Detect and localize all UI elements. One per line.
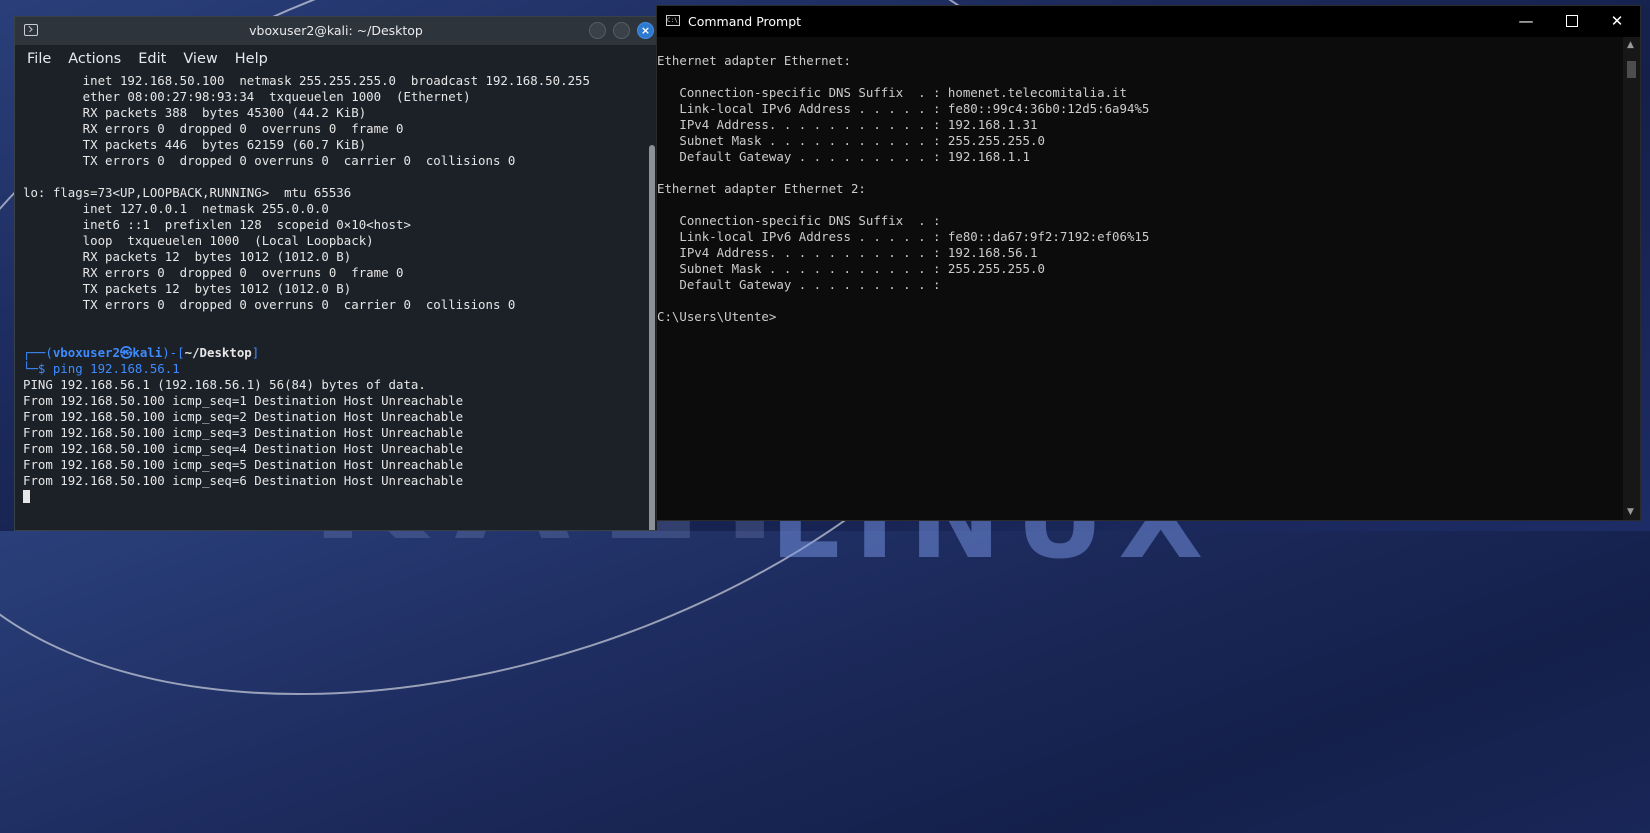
ping-line: From 192.168.50.100 icmp_seq=4 Destinati… [23,441,464,456]
cursor-line[interactable] [23,489,643,505]
ping-line: PING 192.168.56.1 (192.168.56.1) 56(84) … [23,377,426,392]
cmd-line: Ethernet adapter Ethernet 2: [657,181,866,196]
ifconfig-output: inet 192.168.50.100 netmask 255.255.255.… [23,73,643,345]
maximize-button[interactable] [613,22,630,39]
cmd-scroll-thumb[interactable] [1627,61,1636,78]
menu-actions[interactable]: Actions [68,51,121,67]
cmd-line: Default Gateway . . . . . . . . . : 192.… [679,149,1030,164]
terminal-line: TX errors 0 dropped 0 overruns 0 carrier… [82,153,516,168]
cmd-window[interactable]: C:\ Command Prompt — ✕ Ethernet adapter … [656,5,1641,521]
cmd-line: Connection-specific DNS Suffix . : [679,213,941,228]
cmd-line: Connection-specific DNS Suffix . : homen… [679,85,1127,100]
shell-prompt-line-2: └─$ ping 192.168.56.1 [23,361,643,377]
cmd-titlebar[interactable]: C:\ Command Prompt — ✕ [657,6,1640,37]
cmd-line: IPv4 Address. . . . . . . . . . . : 192.… [679,117,1038,132]
prompt-close: ] [251,345,260,360]
terminal-line: inet 127.0.0.1 netmask 255.0.0.0 [82,201,329,216]
cmd-line: Subnet Mask . . . . . . . . . . . : 255.… [679,133,1045,148]
terminal-line: RX errors 0 dropped 0 overruns 0 frame 0 [82,121,404,136]
cmd-line: Ethernet adapter Ethernet: [657,53,851,68]
close-button[interactable]: × [637,22,654,39]
cmd-output[interactable]: Ethernet adapter Ethernet: Connection-sp… [657,53,1620,520]
cmd-line: C:\Users\Utente> [657,309,777,324]
menu-file[interactable]: File [27,51,51,67]
minimize-button[interactable] [589,22,606,39]
cmd-close-button[interactable]: ✕ [1600,10,1634,32]
cmd-scrollbar[interactable]: ▲ ▼ [1623,37,1640,520]
ping-line: From 192.168.50.100 icmp_seq=1 Destinati… [23,393,464,408]
command-text: ping 192.168.56.1 [52,361,180,376]
kali-titlebar[interactable]: vboxuser2@kali: ~/Desktop × [15,17,657,45]
scroll-up-icon[interactable]: ▲ [1627,40,1634,50]
terminal-line: TX errors 0 dropped 0 overruns 0 carrier… [82,297,516,312]
terminal-line: TX packets 446 bytes 62159 (60.7 KiB) [82,137,367,152]
cmd-line: Link-local IPv6 Address . . . . . : fe80… [679,101,1150,116]
ping-line: From 192.168.50.100 icmp_seq=5 Destinati… [23,457,464,472]
terminal-line: TX packets 12 bytes 1012 (1012.0 B) [82,281,352,296]
prompt-open: ┌──( [23,345,53,360]
terminal-line: RX errors 0 dropped 0 overruns 0 frame 0 [82,265,404,280]
ping-output: PING 192.168.56.1 (192.168.56.1) 56(84) … [23,377,643,489]
terminal-line: ether 08:00:27:98:93:34 txqueuelen 1000 … [82,89,471,104]
cmd-line: IPv4 Address. . . . . . . . . . . : 192.… [679,245,1038,260]
cmd-line: Subnet Mask . . . . . . . . . . . : 255.… [679,261,1045,276]
cmd-app-icon: C:\ [666,15,680,26]
kali-terminal-output[interactable]: inet 192.168.50.100 netmask 255.255.255.… [23,73,643,530]
ipconfig-output: Ethernet adapter Ethernet: Connection-sp… [657,53,1620,325]
terminal-line: lo: flags=73<UP,LOOPBACK,RUNNING> mtu 65… [23,185,352,200]
terminal-line: RX packets 388 bytes 45300 (44.2 KiB) [82,105,367,120]
kali-menubar: File Actions Edit View Help [15,45,657,73]
menu-edit[interactable]: Edit [138,51,166,67]
cmd-line: Default Gateway . . . . . . . . . : [679,277,941,292]
prompt-path: ~/Desktop [184,345,252,360]
cmd-window-title: Command Prompt [688,14,802,29]
ping-line: From 192.168.50.100 icmp_seq=6 Destinati… [23,473,464,488]
shell-prompt-line-1: ┌──(vboxuser2㉿kali)-[~/Desktop] [23,345,643,361]
cmd-maximize-button[interactable] [1555,10,1589,32]
ping-line: From 192.168.50.100 icmp_seq=2 Destinati… [23,409,464,424]
ping-line: From 192.168.50.100 icmp_seq=3 Destinati… [23,425,464,440]
menu-view[interactable]: View [183,51,217,67]
terminal-line: loop txqueuelen 1000 (Local Loopback) [82,233,374,248]
cmd-line: Link-local IPv6 Address . . . . . : fe80… [679,229,1150,244]
kali-window-title: vboxuser2@kali: ~/Desktop [249,23,423,38]
text-cursor [23,490,30,503]
kali-scrollbar[interactable] [649,145,655,530]
scroll-down-icon[interactable]: ▼ [1627,507,1634,517]
terminal-line: RX packets 12 bytes 1012 (1012.0 B) [82,249,352,264]
menu-help[interactable]: Help [235,51,268,67]
terminal-line: inet6 ::1 prefixlen 128 scopeid 0×10<hos… [82,217,411,232]
prompt-symbol: └─$ [23,361,53,376]
prompt-user-host: vboxuser2㉿kali [52,345,163,360]
kali-terminal-window[interactable]: vboxuser2@kali: ~/Desktop × File Actions… [14,16,658,531]
cmd-minimize-button[interactable]: — [1509,10,1543,32]
maximize-icon [1566,15,1578,27]
prompt-mid: )-[ [162,345,185,360]
terminal-line: inet 192.168.50.100 netmask 255.255.255.… [82,73,590,88]
